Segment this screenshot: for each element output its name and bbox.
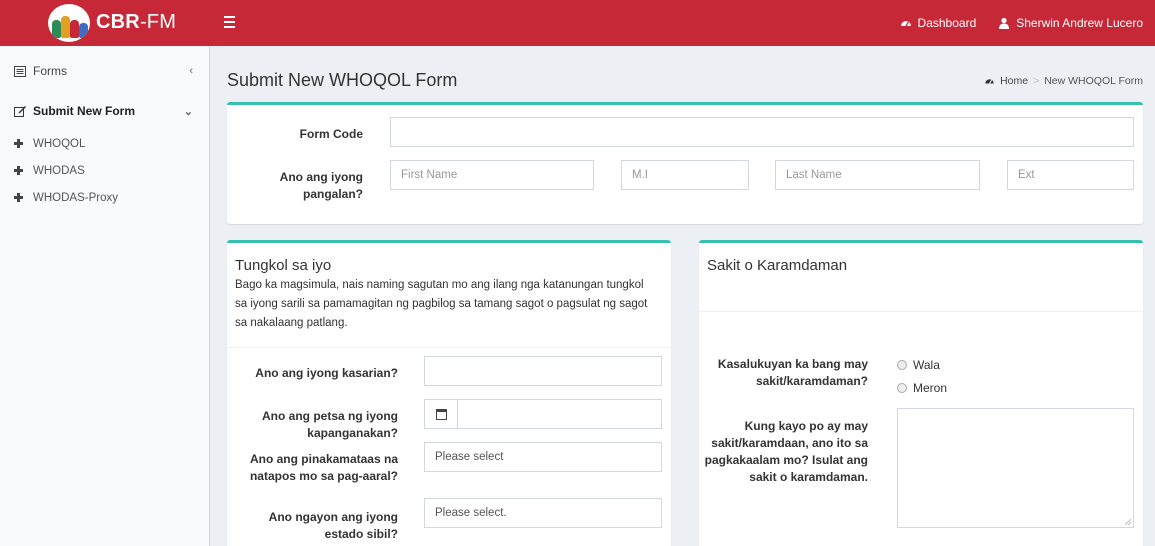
illness-description-textarea[interactable] bbox=[897, 408, 1134, 528]
resize-handle-icon[interactable] bbox=[1125, 519, 1131, 525]
edit-icon bbox=[14, 106, 26, 117]
education-label: Ano ang pinakamataas na natapos mo sa pa… bbox=[249, 452, 398, 483]
name-label: Ano ang iyong pangalan? bbox=[279, 170, 363, 201]
chevron-left-icon: ‹ bbox=[189, 65, 193, 77]
sidebar-item-whodas[interactable]: WHODAS bbox=[0, 157, 209, 184]
last-name-input[interactable]: Last Name bbox=[775, 160, 980, 190]
list-icon bbox=[14, 65, 26, 77]
birthdate-label: Ano ang petsa ng iyong kapanganakan? bbox=[261, 409, 398, 440]
radio-circle-icon bbox=[897, 360, 907, 370]
birthdate-input[interactable] bbox=[457, 399, 662, 429]
radio-wala[interactable]: Wala bbox=[897, 358, 940, 372]
sidebar-item-forms[interactable]: Forms ‹ bbox=[0, 46, 209, 96]
dashboard-link[interactable]: Dashboard bbox=[900, 16, 977, 30]
top-navbar: Dashboard Sherwin Andrew Lucero bbox=[210, 0, 1155, 46]
illness-description-label: Kung kayo po ay may sakit/karamdaan, ano… bbox=[704, 419, 868, 484]
plus-icon bbox=[14, 166, 23, 175]
about-you-box: Tungkol sa iyo Bago ka magsimula, nais n… bbox=[227, 240, 671, 546]
civil-status-label: Ano ngayon ang iyong estado sibil? bbox=[268, 510, 398, 541]
dashboard-label: Dashboard bbox=[917, 16, 977, 30]
sidebar-toggle-icon[interactable] bbox=[224, 13, 240, 31]
sidebar-item-whodas-proxy[interactable]: WHODAS-Proxy bbox=[0, 184, 209, 211]
logo-icon bbox=[48, 4, 90, 42]
breadcrumb-home[interactable]: Home bbox=[1000, 75, 1028, 87]
dashboard-icon bbox=[985, 79, 994, 84]
breadcrumb-separator: > bbox=[1033, 75, 1040, 87]
about-you-description: Bago ka magsimula, nais naming sagutan m… bbox=[235, 279, 648, 329]
illness-box: Sakit o Karamdaman Kasalukuyan ka bang m… bbox=[699, 240, 1143, 546]
brand-name: CBR-FM bbox=[96, 11, 177, 33]
plus-icon bbox=[14, 139, 23, 148]
sidebar-item-submit-new-form[interactable]: Submit New Form ⌄ bbox=[0, 96, 209, 126]
plus-icon bbox=[14, 193, 23, 202]
dashboard-icon bbox=[900, 21, 911, 27]
form-code-label: Form Code bbox=[299, 127, 363, 141]
sidebar: Forms ‹ Submit New Form ⌄ WHOQOL WHODAS … bbox=[0, 46, 210, 546]
chevron-down-icon: ⌄ bbox=[183, 105, 193, 118]
gender-label: Ano ang iyong kasarian? bbox=[255, 366, 398, 380]
civil-status-select[interactable]: Please select. bbox=[424, 498, 662, 528]
calendar-icon[interactable] bbox=[424, 399, 458, 429]
form-code-input[interactable] bbox=[390, 117, 1134, 147]
logo-area[interactable]: CBR-FM bbox=[0, 0, 210, 46]
gender-input[interactable] bbox=[424, 356, 662, 386]
name-extension-input[interactable]: Ext bbox=[1007, 160, 1134, 190]
about-you-title: Tungkol sa iyo bbox=[235, 257, 332, 274]
radio-circle-icon bbox=[897, 383, 907, 393]
page-title: Submit New WHOQOL Form bbox=[227, 70, 458, 90]
user-name: Sherwin Andrew Lucero bbox=[1016, 16, 1143, 30]
sidebar-item-whoqol[interactable]: WHOQOL bbox=[0, 130, 209, 157]
middle-initial-input[interactable]: M.I bbox=[621, 160, 749, 190]
main-header: CBR-FM Dashboard Sherwin Andrew Lucero bbox=[0, 0, 1155, 46]
education-select[interactable]: Please select bbox=[424, 442, 662, 472]
divider bbox=[227, 347, 671, 348]
illness-title: Sakit o Karamdaman bbox=[707, 257, 848, 274]
divider bbox=[699, 311, 1143, 312]
sidebar-item-label: Forms bbox=[33, 64, 67, 78]
sidebar-item-label: Submit New Form bbox=[33, 104, 136, 118]
first-name-input[interactable]: First Name bbox=[390, 160, 594, 190]
breadcrumb-current: New WHOQOL Form bbox=[1044, 75, 1143, 87]
breadcrumb: Home > New WHOQOL Form bbox=[984, 75, 1143, 87]
user-menu[interactable]: Sherwin Andrew Lucero bbox=[998, 16, 1143, 30]
form-identity-box: Form Code Ano ang iyong pangalan? First … bbox=[227, 102, 1143, 224]
has-illness-label: Kasalukuyan ka bang may sakit/karamdaman… bbox=[717, 357, 868, 388]
radio-meron[interactable]: Meron bbox=[897, 381, 947, 395]
user-icon bbox=[999, 17, 1010, 29]
